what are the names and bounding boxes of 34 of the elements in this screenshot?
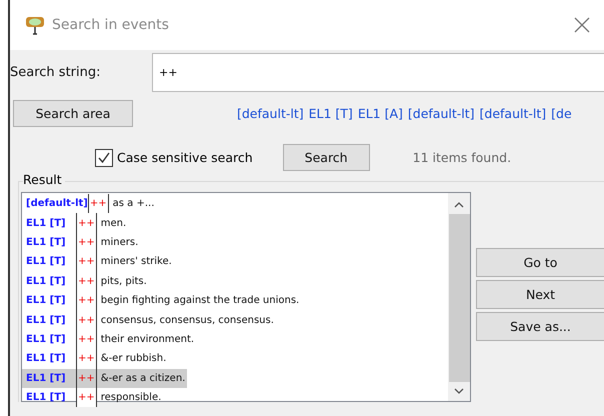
case-sensitive-checkbox[interactable] [95,148,113,166]
result-row[interactable]: EL1 [T] ++ consensus, consensus, consensus. [22,310,276,330]
result-row[interactable]: EL1 [T] ++ &-er rubbish. [22,349,168,369]
result-row[interactable]: EL1 [T] ++ begin fighting against the trade unions. [22,290,302,310]
search-area-link[interactable]: [default-lt] [237,106,304,121]
close-icon[interactable] [574,17,590,33]
search-area-link[interactable]: [default-lt] [480,106,546,121]
result-row[interactable]: EL1 [T] ++ pits, pits. [22,272,149,291]
search-area-link[interactable]: [default-lt] [408,106,475,121]
result-row[interactable]: EL1 [T] ++ miners. [22,232,140,252]
search-string-label: Search string: [10,65,102,80]
search-area-link[interactable]: EL1 [A] [358,106,403,121]
search-field[interactable]: ++ [152,53,604,92]
scroll-up-icon[interactable] [454,201,464,208]
status-text: 11 items found. [412,150,512,165]
result-row[interactable]: [default-lt] ++ as a +... [22,194,156,214]
result-row[interactable]: EL1 [T] ++ miners' strike. [22,252,174,272]
search-area-link[interactable]: [de [551,106,572,121]
action-button[interactable]: Next [476,280,604,309]
result-row[interactable]: EL1 [T] ++ responsible. [22,388,164,408]
scroll-down-icon[interactable] [454,388,464,395]
search-button[interactable]: Search [282,144,370,171]
search-area-button[interactable]: Search area [13,100,133,127]
app-icon [24,14,46,36]
case-sensitive-label: Case sensitive search [117,150,253,165]
result-row[interactable]: EL1 [T] ++ men. [22,213,128,233]
scrollbar[interactable] [448,193,470,401]
action-button[interactable]: Go to [476,248,604,277]
result-row[interactable]: EL1 [T] ++ their environment. [22,330,196,350]
search-area-link[interactable]: EL1 [T] [308,106,353,121]
window-title: Search in events [52,17,170,33]
action-button[interactable]: Save as... [476,312,604,341]
result-title: Result [23,172,65,187]
result-row[interactable]: EL1 [T] ++ &-er as a citizen. [22,368,188,388]
